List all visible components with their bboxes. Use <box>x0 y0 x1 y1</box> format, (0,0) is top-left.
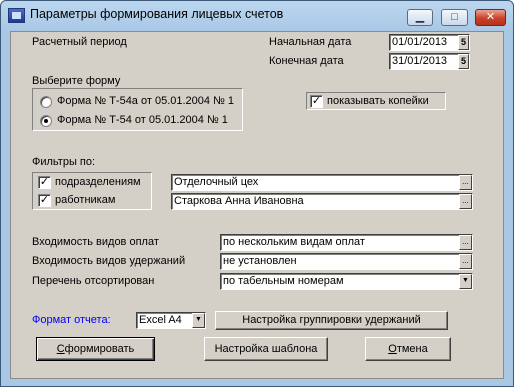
minimize-button[interactable]: ▁ <box>407 9 433 26</box>
employees-checkbox[interactable]: ✓ <box>38 194 51 207</box>
deductions-browse-button[interactable]: ... <box>459 254 472 269</box>
end-date-label: Конечная дата <box>269 55 344 67</box>
departments-value: Отделочный цех <box>174 176 259 188</box>
period-label: Расчетный период <box>32 36 127 48</box>
cancel-label: тмена <box>396 343 428 355</box>
chevron-down-icon[interactable]: ▼ <box>192 313 205 328</box>
form-t54-radio[interactable] <box>40 115 52 127</box>
start-date-value: 01/01/2013 <box>392 36 448 48</box>
generate-label: формировать <box>64 343 135 355</box>
departments-checkbox[interactable]: ✓ <box>38 176 51 189</box>
window-title: Параметры формирования лицевых счетов <box>30 7 284 21</box>
employees-browse-button[interactable]: ... <box>459 194 472 209</box>
dialog-client-area: Расчетный период Начальная дата 01/01/20… <box>10 31 504 379</box>
dialog-window: Параметры формирования лицевых счетов ▁ … <box>0 0 514 387</box>
end-date-value: 31/01/2013 <box>392 55 448 67</box>
filters-label: Фильтры по: <box>32 156 96 168</box>
title-bar[interactable]: Параметры формирования лицевых счетов ▁ … <box>1 1 513 29</box>
form-radio-group: Форма № Т-54а от 05.01.2004 № 1 Форма № … <box>32 88 243 131</box>
show-kopecks-label[interactable]: показывать копейки <box>327 95 429 107</box>
form-choice-label: Выберите форму <box>32 75 121 87</box>
cancel-accel: О <box>388 343 397 355</box>
end-date-field[interactable]: 31/01/2013 5 <box>389 53 470 70</box>
payments-field[interactable]: по нескольким видам оплат ... <box>220 234 473 251</box>
calendar-spin-icon[interactable]: 5 <box>458 35 469 50</box>
sort-label: Перечень отсортирован <box>32 275 155 287</box>
maximize-button[interactable]: □ <box>441 9 468 26</box>
payments-label: Входимость видов оплат <box>32 236 159 248</box>
report-format-select[interactable]: Excel A4 ▼ <box>136 312 206 329</box>
generate-accel: С <box>56 343 65 355</box>
payments-browse-button[interactable]: ... <box>459 235 472 250</box>
app-icon <box>8 8 25 23</box>
form-t54a-label[interactable]: Форма № Т-54а от 05.01.2004 № 1 <box>57 95 234 107</box>
payments-value: по нескольким видам оплат <box>223 236 365 248</box>
chevron-down-icon[interactable]: ▼ <box>459 274 472 289</box>
form-t54-label[interactable]: Форма № Т-54 от 05.01.2004 № 1 <box>57 114 228 126</box>
employees-field[interactable]: Старкова Анна Ивановна ... <box>171 193 473 210</box>
show-kopecks-checkbox[interactable]: ✓ <box>310 95 323 108</box>
departments-field[interactable]: Отделочный цех ... <box>171 174 473 191</box>
sort-value: по табельным номерам <box>223 275 344 287</box>
template-settings-button[interactable]: Настройка шаблона <box>204 337 328 361</box>
employees-label[interactable]: работникам <box>55 194 115 206</box>
deductions-field[interactable]: не установлен ... <box>220 253 473 270</box>
deductions-value: не установлен <box>223 255 297 267</box>
calendar-spin-icon[interactable]: 5 <box>458 54 469 69</box>
start-date-label: Начальная дата <box>269 36 352 48</box>
start-date-field[interactable]: 01/01/2013 5 <box>389 34 470 51</box>
filters-checkbox-group: ✓ подразделениям ✓ работникам <box>32 172 152 210</box>
grouping-settings-button[interactable]: Настройка группировки удержаний <box>215 311 448 330</box>
close-button[interactable]: ✕ <box>475 9 506 26</box>
form-t54a-radio[interactable] <box>40 96 52 108</box>
show-kopecks-frame: ✓ показывать копейки <box>306 92 446 110</box>
deductions-label: Входимость видов удержаний <box>32 255 186 267</box>
sort-select[interactable]: по табельным номерам ▼ <box>220 273 473 290</box>
departments-browse-button[interactable]: ... <box>459 175 472 190</box>
departments-label[interactable]: подразделениям <box>55 176 141 188</box>
report-format-label: Формат отчета: <box>32 314 111 326</box>
cancel-button[interactable]: Отмена <box>365 337 451 361</box>
generate-button[interactable]: Сформировать <box>36 337 155 361</box>
employees-value: Старкова Анна Ивановна <box>174 195 304 207</box>
report-format-value: Excel A4 <box>139 314 182 326</box>
